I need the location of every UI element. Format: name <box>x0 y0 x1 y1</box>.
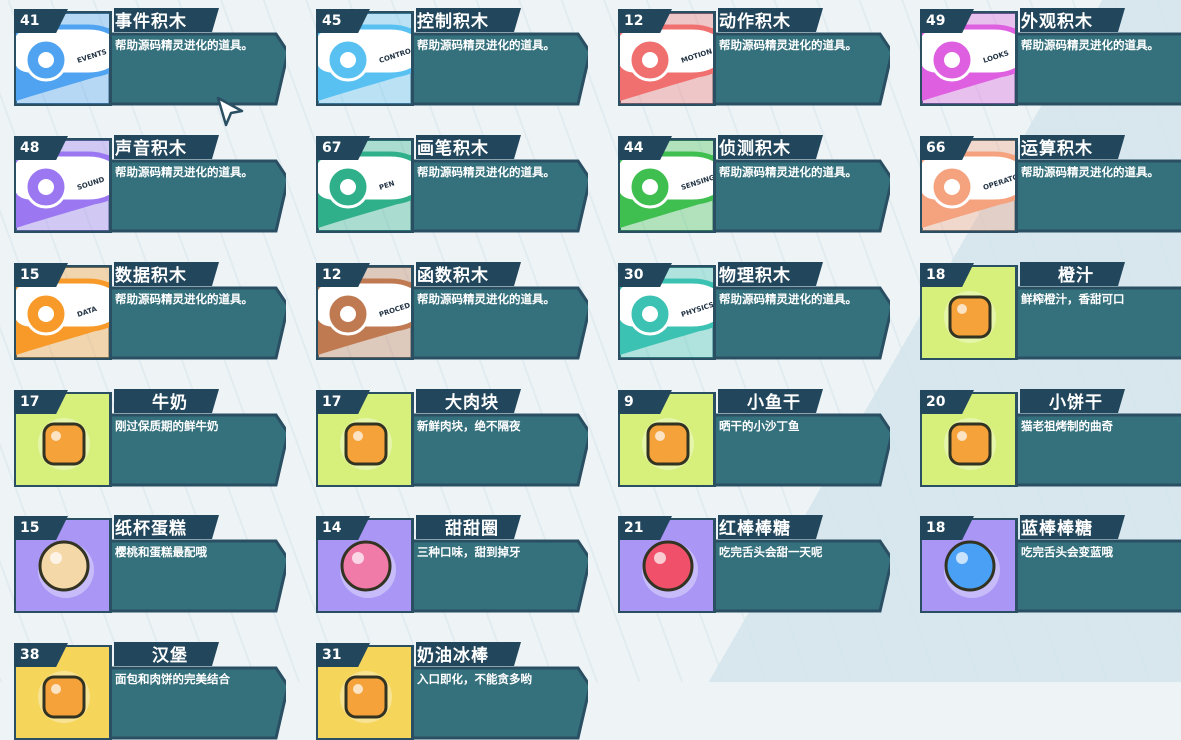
item-description: 帮助源码精灵进化的道具。 <box>1021 38 1159 52</box>
item-description: 吃完舌头会变蓝哦 <box>1021 545 1113 559</box>
item-title: 橙汁 <box>1058 266 1094 286</box>
item-card[interactable]: PROCED 12 函数积木 帮助源码精灵进化的道具。 <box>316 262 588 360</box>
item-title: 运算积木 <box>1021 139 1093 159</box>
item-description: 帮助源码精灵进化的道具。 <box>719 38 857 52</box>
item-description: 樱桃和蛋糕最配哦 <box>115 545 207 559</box>
item-title: 蓝棒棒糖 <box>1021 519 1093 539</box>
item-description: 吃完舌头会甜一天呢 <box>719 545 823 559</box>
item-description: 三种口味，甜到掉牙 <box>417 545 521 559</box>
item-description: 晒干的小沙丁鱼 <box>719 419 800 433</box>
item-grid: EVENTS 41 事件积木 帮助源码精灵进化的道具。 CONTRO 45 控制… <box>0 0 1181 740</box>
item-card[interactable]: LOOKS 49 外观积木 帮助源码精灵进化的道具。 <box>920 8 1181 106</box>
item-title: 小鱼干 <box>747 393 801 413</box>
item-title: 数据积木 <box>115 266 187 286</box>
item-description: 帮助源码精灵进化的道具。 <box>115 38 253 52</box>
item-description: 帮助源码精灵进化的道具。 <box>719 292 857 306</box>
item-card[interactable]: 21 红棒棒糖 吃完舌头会甜一天呢 <box>618 515 890 613</box>
item-description: 帮助源码精灵进化的道具。 <box>115 165 253 179</box>
item-description: 帮助源码精灵进化的道具。 <box>719 165 857 179</box>
item-card[interactable]: 31 奶油冰棒 入口即化，不能贪多哟 <box>316 642 588 740</box>
item-title: 函数积木 <box>417 266 489 286</box>
item-description: 帮助源码精灵进化的道具。 <box>115 292 253 306</box>
item-card[interactable]: PEN 67 画笔积木 帮助源码精灵进化的道具。 <box>316 135 588 233</box>
item-title: 奶油冰棒 <box>417 646 489 666</box>
item-card[interactable]: 17 牛奶 刚过保质期的鲜牛奶 <box>14 389 286 487</box>
item-card[interactable]: OPERATO 66 运算积木 帮助源码精灵进化的道具。 <box>920 135 1181 233</box>
item-card[interactable]: 14 甜甜圈 三种口味，甜到掉牙 <box>316 515 588 613</box>
item-description: 入口即化，不能贪多哟 <box>417 672 532 686</box>
item-card[interactable]: PHYSICS 30 物理积木 帮助源码精灵进化的道具。 <box>618 262 890 360</box>
item-title: 牛奶 <box>152 393 188 413</box>
item-description: 帮助源码精灵进化的道具。 <box>417 292 555 306</box>
item-card[interactable]: 15 纸杯蛋糕 樱桃和蛋糕最配哦 <box>14 515 286 613</box>
item-title: 小饼干 <box>1049 393 1103 413</box>
item-title: 甜甜圈 <box>445 519 499 539</box>
item-title: 外观积木 <box>1021 12 1093 32</box>
mouse-cursor-icon <box>216 96 244 127</box>
item-card[interactable]: 18 橙汁 鲜榨橙汁，香甜可口 <box>920 262 1181 360</box>
item-title: 控制积木 <box>417 12 489 32</box>
item-card[interactable]: DATA 15 数据积木 帮助源码精灵进化的道具。 <box>14 262 286 360</box>
item-title: 动作积木 <box>719 12 791 32</box>
item-card[interactable]: SENSING 44 侦测积木 帮助源码精灵进化的道具。 <box>618 135 890 233</box>
item-title: 画笔积木 <box>417 139 489 159</box>
item-card[interactable]: 38 汉堡 面包和肉饼的完美结合 <box>14 642 286 740</box>
item-card[interactable]: SOUND 48 声音积木 帮助源码精灵进化的道具。 <box>14 135 286 233</box>
item-description: 帮助源码精灵进化的道具。 <box>417 38 555 52</box>
item-card[interactable]: 17 大肉块 新鲜肉块，绝不隔夜 <box>316 389 588 487</box>
item-title: 红棒棒糖 <box>719 519 791 539</box>
item-description: 面包和肉饼的完美结合 <box>115 672 230 686</box>
item-description: 帮助源码精灵进化的道具。 <box>417 165 555 179</box>
item-title: 大肉块 <box>445 393 499 413</box>
item-description: 鲜榨橙汁，香甜可口 <box>1021 292 1125 306</box>
item-title: 声音积木 <box>115 139 187 159</box>
item-description: 新鲜肉块，绝不隔夜 <box>417 419 521 433</box>
item-card[interactable]: EVENTS 41 事件积木 帮助源码精灵进化的道具。 <box>14 8 286 106</box>
item-title: 纸杯蛋糕 <box>115 519 187 539</box>
item-title: 物理积木 <box>719 266 791 286</box>
item-card[interactable]: 18 蓝棒棒糖 吃完舌头会变蓝哦 <box>920 515 1181 613</box>
item-description: 猫老祖烤制的曲奇 <box>1021 419 1113 433</box>
item-description: 帮助源码精灵进化的道具。 <box>1021 165 1159 179</box>
item-card[interactable]: CONTRO 45 控制积木 帮助源码精灵进化的道具。 <box>316 8 588 106</box>
item-card[interactable]: MOTION 12 动作积木 帮助源码精灵进化的道具。 <box>618 8 890 106</box>
item-description: 刚过保质期的鲜牛奶 <box>115 419 219 433</box>
item-title: 侦测积木 <box>719 139 791 159</box>
item-card[interactable]: 20 小饼干 猫老祖烤制的曲奇 <box>920 389 1181 487</box>
item-card[interactable]: 9 小鱼干 晒干的小沙丁鱼 <box>618 389 890 487</box>
item-title: 事件积木 <box>115 12 187 32</box>
item-title: 汉堡 <box>152 646 188 666</box>
